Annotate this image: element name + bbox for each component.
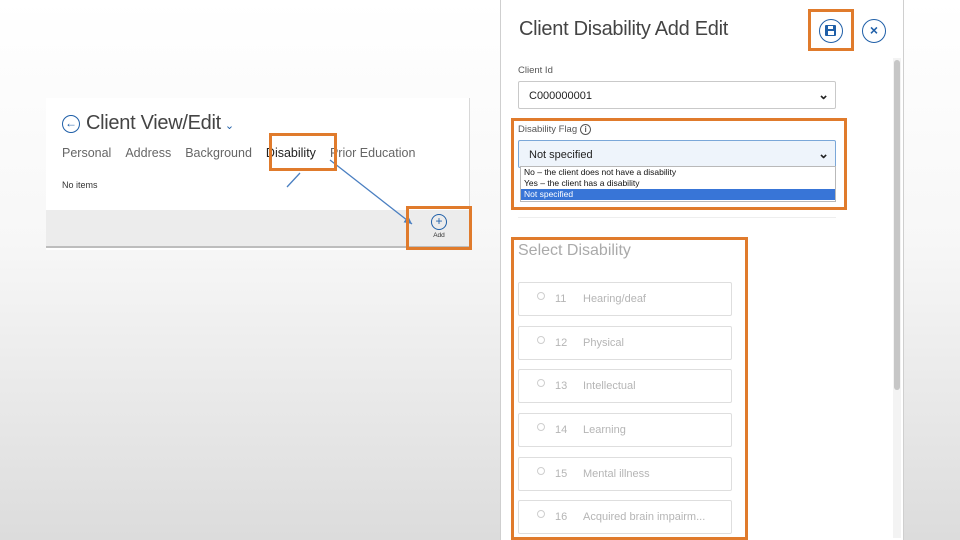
disability-name: Physical: [583, 337, 624, 349]
caret-down-icon: ⌄: [818, 87, 829, 102]
client-id-label: Client Id: [518, 65, 553, 76]
select-disability-title: Select Disability: [518, 242, 631, 259]
footer-band: [46, 210, 470, 248]
disability-option[interactable]: 11 Hearing/deaf: [518, 282, 732, 316]
save-button[interactable]: [819, 19, 843, 43]
disability-name: Learning: [583, 424, 626, 436]
faded-field: [518, 204, 836, 218]
disability-name: Hearing/deaf: [583, 293, 646, 305]
disability-option[interactable]: 13 Intellectual: [518, 369, 732, 403]
disability-code: 13: [555, 380, 568, 392]
caret-down-icon: ⌄: [818, 146, 829, 161]
client-id-select[interactable]: C000000001 ⌄: [518, 81, 836, 109]
tab-bar: Personal Address Background Disability P…: [62, 146, 415, 160]
radio-icon[interactable]: [537, 336, 545, 344]
add-button[interactable]: + Add: [422, 212, 456, 246]
disability-code: 11: [555, 293, 567, 305]
radio-icon[interactable]: [537, 423, 545, 431]
tab-prior-education[interactable]: Prior Education: [330, 146, 415, 160]
scrollbar-thumb[interactable]: [894, 60, 900, 390]
radio-icon[interactable]: [537, 467, 545, 475]
disability-option[interactable]: 15 Mental illness: [518, 457, 732, 491]
disability-code: 16: [555, 511, 568, 523]
disability-flag-select[interactable]: Not specified ⌄: [518, 140, 836, 168]
tab-address[interactable]: Address: [125, 146, 171, 160]
disability-code: 12: [555, 337, 568, 349]
option-no-disability[interactable]: No – the client does not have a disabili…: [521, 167, 835, 178]
disability-flag-label: Disability Flag: [518, 124, 578, 135]
disability-name: Mental illness: [583, 468, 650, 480]
option-has-disability[interactable]: Yes – the client has a disability: [521, 178, 835, 189]
tab-disability[interactable]: Disability: [266, 146, 316, 160]
disability-option[interactable]: 14 Learning: [518, 413, 732, 447]
dialog-scrollbar[interactable]: [893, 58, 901, 538]
disability-flag-label-row: Disability Flag i: [518, 124, 592, 135]
save-icon: [825, 25, 836, 36]
dialog-title: Client Disability Add Edit: [519, 18, 728, 40]
page-title: Client View/Edit: [86, 112, 221, 134]
disability-option[interactable]: 16 Acquired brain impairm...: [518, 500, 732, 534]
disability-flag-value: Not specified: [529, 149, 593, 161]
client-id-value: C000000001: [529, 90, 593, 102]
chevron-down-icon[interactable]: ⌄: [225, 119, 234, 132]
radio-icon[interactable]: [537, 292, 545, 300]
disability-name: Intellectual: [583, 380, 636, 392]
tab-personal[interactable]: Personal: [62, 146, 111, 160]
option-not-specified[interactable]: Not specified: [521, 189, 835, 200]
info-icon[interactable]: i: [580, 124, 592, 135]
empty-list-text: No items: [62, 180, 98, 190]
view-title-row: ← Client View/Edit ⌄: [62, 112, 234, 135]
back-arrow-icon[interactable]: ←: [62, 114, 80, 133]
plus-circle-icon: +: [431, 214, 447, 230]
add-label: Add: [433, 232, 445, 239]
tab-background[interactable]: Background: [185, 146, 252, 160]
disability-code: 14: [555, 424, 568, 436]
disability-code: 15: [555, 468, 568, 480]
disability-flag-options: No – the client does not have a disabili…: [520, 166, 836, 202]
radio-icon[interactable]: [537, 510, 545, 518]
client-view-panel: ← Client View/Edit ⌄ Personal Address Ba…: [46, 98, 470, 250]
disability-name: Acquired brain impairm...: [583, 511, 706, 523]
close-icon[interactable]: ×: [862, 19, 886, 43]
radio-icon[interactable]: [537, 379, 545, 387]
disability-option[interactable]: 12 Physical: [518, 326, 732, 360]
